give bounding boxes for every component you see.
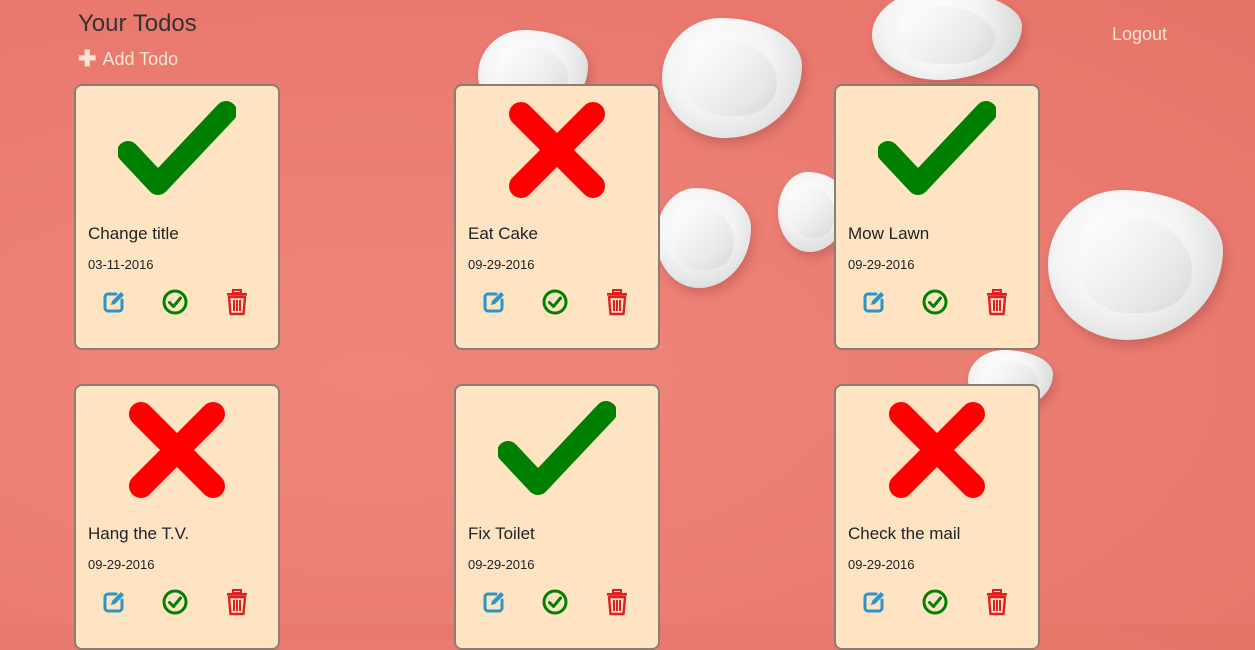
todo-actions <box>836 288 1038 318</box>
check-icon <box>497 400 617 500</box>
todo-actions <box>456 288 658 318</box>
todo-card: Check the mail 09-29-2016 <box>834 384 1040 650</box>
status-indicator <box>456 400 658 500</box>
todo-actions <box>76 288 278 318</box>
edit-icon[interactable] <box>480 588 508 616</box>
todo-date: 09-29-2016 <box>468 557 535 572</box>
plus-icon: ✚ <box>78 46 97 71</box>
circle-check-icon[interactable] <box>921 588 949 616</box>
todo-date: 09-29-2016 <box>468 257 535 272</box>
edit-icon[interactable] <box>860 288 888 316</box>
todo-card: Eat Cake 09-29-2016 <box>454 84 660 350</box>
trash-icon[interactable] <box>223 588 251 616</box>
todo-title: Fix Toilet <box>468 524 535 543</box>
circle-check-icon[interactable] <box>921 288 949 316</box>
trash-icon[interactable] <box>983 288 1011 316</box>
todo-title: Change title <box>88 224 179 243</box>
todo-title: Mow Lawn <box>848 224 930 243</box>
todo-actions <box>76 588 278 618</box>
edit-icon[interactable] <box>860 588 888 616</box>
todo-actions <box>456 588 658 618</box>
check-icon <box>877 100 997 200</box>
todo-title: Eat Cake <box>468 224 538 243</box>
add-todo-label: Add Todo <box>102 48 179 69</box>
check-icon <box>117 100 237 200</box>
trash-icon[interactable] <box>223 288 251 316</box>
circle-check-icon[interactable] <box>161 588 189 616</box>
page-title: Your Todos <box>78 10 197 37</box>
todo-card: Mow Lawn 09-29-2016 <box>834 84 1040 350</box>
logout-link[interactable]: Logout <box>1112 24 1167 45</box>
circle-check-icon[interactable] <box>541 288 569 316</box>
todo-date: 09-29-2016 <box>88 557 155 572</box>
crumpled-paper-decoration <box>662 18 802 138</box>
status-indicator <box>456 100 658 200</box>
todo-date: 09-29-2016 <box>848 257 915 272</box>
todo-card: Fix Toilet 09-29-2016 <box>454 384 660 650</box>
todo-card: Hang the T.V. 09-29-2016 <box>74 384 280 650</box>
x-icon <box>507 100 607 200</box>
edit-icon[interactable] <box>480 288 508 316</box>
trash-icon[interactable] <box>603 288 631 316</box>
todo-title: Check the mail <box>848 524 961 543</box>
x-icon <box>127 400 227 500</box>
status-indicator <box>76 100 278 200</box>
trash-icon[interactable] <box>983 588 1011 616</box>
status-indicator <box>76 400 278 500</box>
circle-check-icon[interactable] <box>541 588 569 616</box>
edit-icon[interactable] <box>100 588 128 616</box>
crumpled-paper-decoration <box>656 188 751 288</box>
crumpled-paper-decoration <box>1048 190 1223 340</box>
status-indicator <box>836 100 1038 200</box>
todo-card: Change title 03-11-2016 <box>74 84 280 350</box>
crumpled-paper-decoration <box>872 0 1022 80</box>
todo-date: 03-11-2016 <box>88 257 154 272</box>
circle-check-icon[interactable] <box>161 288 189 316</box>
edit-icon[interactable] <box>100 288 128 316</box>
add-todo-link[interactable]: ✚ Add Todo <box>78 48 178 70</box>
todo-date: 09-29-2016 <box>848 557 915 572</box>
x-icon <box>887 400 987 500</box>
status-indicator <box>836 400 1038 500</box>
todo-title: Hang the T.V. <box>88 524 190 543</box>
trash-icon[interactable] <box>603 588 631 616</box>
todo-actions <box>836 588 1038 618</box>
